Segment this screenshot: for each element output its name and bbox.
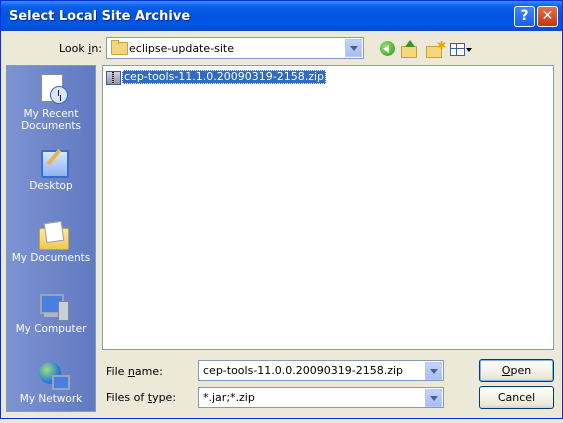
place-label: My Documents (11, 252, 91, 264)
file-type-value: *.jar;*.zip (203, 391, 255, 404)
place-label: Desktop (29, 180, 73, 192)
place-my-network[interactable]: My Network (7, 357, 95, 423)
dialog-title: Select Local Site Archive (9, 9, 191, 24)
places-bar: My Recent Documents Desktop My Documents… (6, 65, 96, 412)
place-desktop[interactable]: Desktop (7, 144, 95, 210)
file-name-label: File name: (106, 365, 163, 378)
my-network-icon (38, 361, 70, 391)
up-folder-icon[interactable] (401, 40, 419, 58)
close-button[interactable]: ✕ (537, 6, 558, 27)
place-label: My Recent Documents (21, 108, 81, 132)
place-label: My Network (19, 393, 83, 405)
help-button[interactable]: ? (514, 6, 535, 27)
chevron-down-icon[interactable] (345, 39, 362, 57)
place-my-documents[interactable]: My Documents (7, 216, 95, 282)
desktop-icon (38, 148, 69, 178)
file-name-value: cep-tools-11.0.0.20090319-2158.zip (203, 364, 404, 377)
views-menu-icon[interactable] (449, 40, 473, 58)
place-my-computer[interactable]: My Computer (7, 287, 95, 353)
cancel-button[interactable]: Cancel (479, 386, 554, 409)
zip-file-icon (106, 71, 121, 85)
file-name-field[interactable]: cep-tools-11.0.0.20090319-2158.zip (198, 360, 444, 381)
new-folder-icon[interactable]: ✱ (426, 40, 446, 58)
title-bar[interactable]: Select Local Site Archive ? ✕ (1, 1, 562, 31)
place-label: My Computer (15, 323, 87, 335)
place-my-recent-documents[interactable]: My Recent Documents (7, 70, 95, 136)
look-in-dropdown[interactable]: eclipse-update-site (106, 37, 364, 59)
file-type-label: Files of type: (106, 391, 177, 404)
file-dialog-window: Select Local Site Archive ? ✕ Look in: e… (0, 0, 563, 419)
open-button[interactable]: Open (479, 359, 554, 382)
file-list[interactable]: cep-tools-11.1.0.20090319-2158.zip (102, 65, 554, 350)
chevron-down-icon[interactable] (425, 362, 442, 380)
back-icon[interactable] (379, 40, 397, 58)
look-in-label: Look in: (59, 42, 103, 55)
chevron-down-icon[interactable] (425, 389, 442, 407)
file-type-dropdown[interactable]: *.jar;*.zip (198, 387, 444, 408)
my-documents-icon (38, 220, 69, 250)
folder-icon (111, 40, 128, 55)
my-computer-icon (38, 291, 69, 321)
recent-documents-icon (38, 74, 68, 104)
file-name-text: cep-tools-11.1.0.20090319-2158.zip (122, 70, 327, 84)
look-in-value: eclipse-update-site (129, 42, 234, 55)
